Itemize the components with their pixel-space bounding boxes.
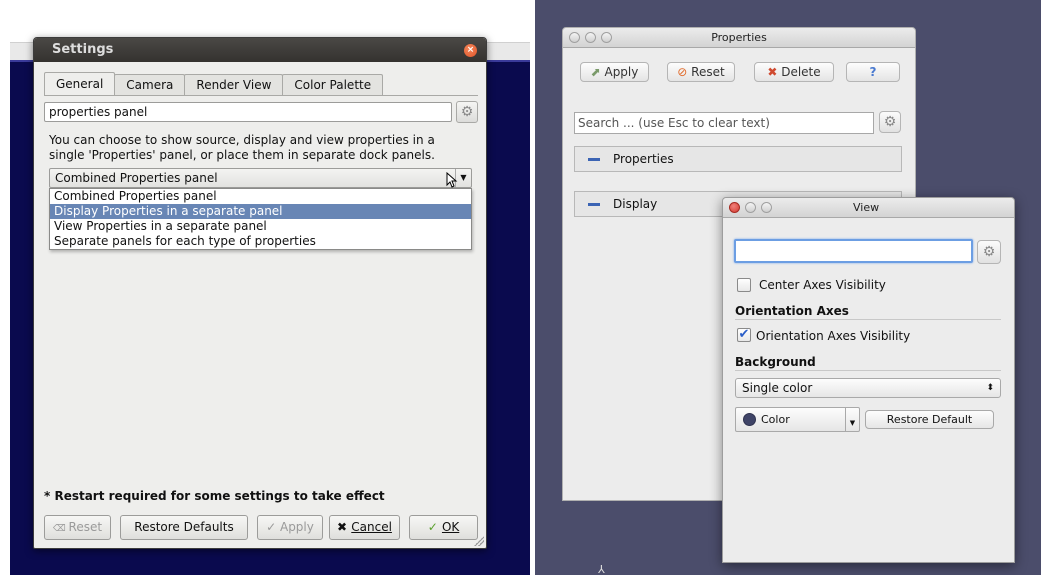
orientation-axes-heading: Orientation Axes	[735, 304, 849, 318]
reset-label: Reset	[68, 520, 103, 534]
tab-divider	[44, 95, 478, 96]
settings-dialog: Settings × General Camera Render View Co…	[33, 37, 487, 549]
tab-camera[interactable]: Camera	[114, 74, 186, 95]
color-picker-button[interactable]: Color ▼	[735, 407, 860, 432]
ok-button[interactable]: ✓ OK	[409, 515, 478, 540]
mouse-cursor-icon	[446, 172, 458, 188]
restore-defaults-button[interactable]: Restore Defaults	[120, 515, 248, 540]
collapse-icon	[588, 203, 600, 206]
gear-icon[interactable]: ⚙	[977, 240, 1001, 264]
reset-icon: ⊘	[677, 65, 692, 79]
apply-icon: ⬈	[590, 65, 605, 79]
center-axes-label: Center Axes Visibility	[759, 278, 886, 292]
tab-render-view[interactable]: Render View	[184, 74, 284, 95]
heading-divider	[735, 370, 1001, 371]
close-window-icon[interactable]	[729, 202, 740, 213]
cancel-button[interactable]: ✖ Cancel	[329, 515, 400, 540]
ok-label: OK	[441, 520, 460, 534]
chevron-down-icon[interactable]: ▼	[845, 408, 859, 431]
dropdown-option-highlighted[interactable]: Display Properties in a separate panel	[50, 204, 471, 219]
dropdown-option[interactable]: View Properties in a separate panel	[50, 219, 471, 234]
reset-label: Reset	[691, 65, 725, 79]
view-titlebar: View	[723, 198, 1014, 218]
resize-grip[interactable]	[474, 536, 484, 546]
view-search-input[interactable]	[734, 239, 973, 263]
reset-button[interactable]: ⌫ Reset	[44, 515, 111, 540]
check-icon: ✓	[266, 520, 280, 534]
section-label: Display	[613, 197, 658, 211]
section-properties[interactable]: Properties	[574, 146, 902, 172]
apply-label: Apply	[604, 65, 639, 79]
cancel-label: Cancel	[351, 520, 392, 534]
restore-default-button[interactable]: Restore Default	[865, 410, 994, 429]
background-mode-select[interactable]: Single color ⬍	[735, 378, 1001, 398]
window-title: View	[853, 201, 880, 214]
tab-general[interactable]: General	[44, 72, 116, 95]
orientation-axes-checkbox[interactable]: ✔	[737, 328, 751, 342]
close-icon[interactable]: ×	[464, 44, 477, 57]
background-heading: Background	[735, 355, 816, 369]
window-controls	[569, 32, 612, 43]
properties-panel-mode-select[interactable]: Combined Properties panel ▼	[49, 168, 472, 188]
x-icon: ✖	[337, 520, 352, 534]
settings-search-input[interactable]: properties panel	[44, 102, 452, 122]
minimize-window-icon[interactable]	[745, 202, 756, 213]
help-button[interactable]: ?	[846, 62, 900, 82]
check-icon: ✓	[427, 520, 442, 534]
close-window-icon[interactable]	[569, 32, 580, 43]
window-title: Properties	[711, 31, 767, 44]
gear-icon[interactable]: ⚙	[456, 101, 478, 123]
select-value: Single color	[742, 381, 813, 395]
delete-icon: ✖	[767, 65, 782, 79]
delete-button[interactable]: ✖ Delete	[754, 62, 834, 82]
panel-description: You can choose to show source, display a…	[49, 133, 435, 162]
collapse-icon	[588, 158, 600, 161]
heading-divider	[735, 319, 1001, 320]
color-label: Color	[761, 413, 790, 426]
center-axes-checkbox[interactable]	[737, 278, 751, 292]
color-swatch	[743, 413, 756, 426]
orientation-axes-label: Orientation Axes Visibility	[756, 329, 911, 343]
reset-button[interactable]: ⊘ Reset	[667, 62, 735, 82]
gear-icon[interactable]: ⚙	[879, 111, 901, 133]
settings-screenshot: Settings × General Camera Render View Co…	[0, 0, 530, 575]
tab-bar: General Camera Render View Color Palette	[44, 72, 384, 95]
mode-dropdown-list: Combined Properties panel Display Proper…	[49, 188, 472, 250]
zoom-window-icon[interactable]	[601, 32, 612, 43]
combo-selected-value: Combined Properties panel	[55, 171, 218, 185]
apply-label: Apply	[279, 520, 314, 534]
dialog-title: Settings	[34, 38, 486, 62]
dropdown-option[interactable]: Combined Properties panel	[50, 189, 471, 204]
properties-search-input[interactable]: Search ... (use Esc to clear text)	[574, 112, 874, 134]
dropdown-option[interactable]: Separate panels for each type of propert…	[50, 234, 471, 249]
section-label: Properties	[613, 152, 674, 166]
axes-icon: ⅄	[598, 563, 605, 575]
tab-color-palette[interactable]: Color Palette	[282, 74, 384, 95]
updown-icon: ⬍	[986, 383, 994, 393]
reset-icon: ⌫	[52, 524, 69, 534]
delete-label: Delete	[781, 65, 821, 79]
apply-button[interactable]: ⬈ Apply	[580, 62, 649, 82]
zoom-window-icon[interactable]	[761, 202, 772, 213]
minimize-window-icon[interactable]	[585, 32, 596, 43]
window-controls	[729, 202, 772, 213]
restart-note: * Restart required for some settings to …	[44, 489, 385, 503]
view-window: View ⚙ Center Axes Visibility Orientatio…	[722, 197, 1015, 563]
apply-button[interactable]: ✓ Apply	[257, 515, 323, 540]
properties-titlebar: Properties	[563, 28, 915, 48]
properties-screenshot: Properties ⬈ Apply ⊘ Reset ✖ Delete ? Se…	[535, 0, 1041, 575]
